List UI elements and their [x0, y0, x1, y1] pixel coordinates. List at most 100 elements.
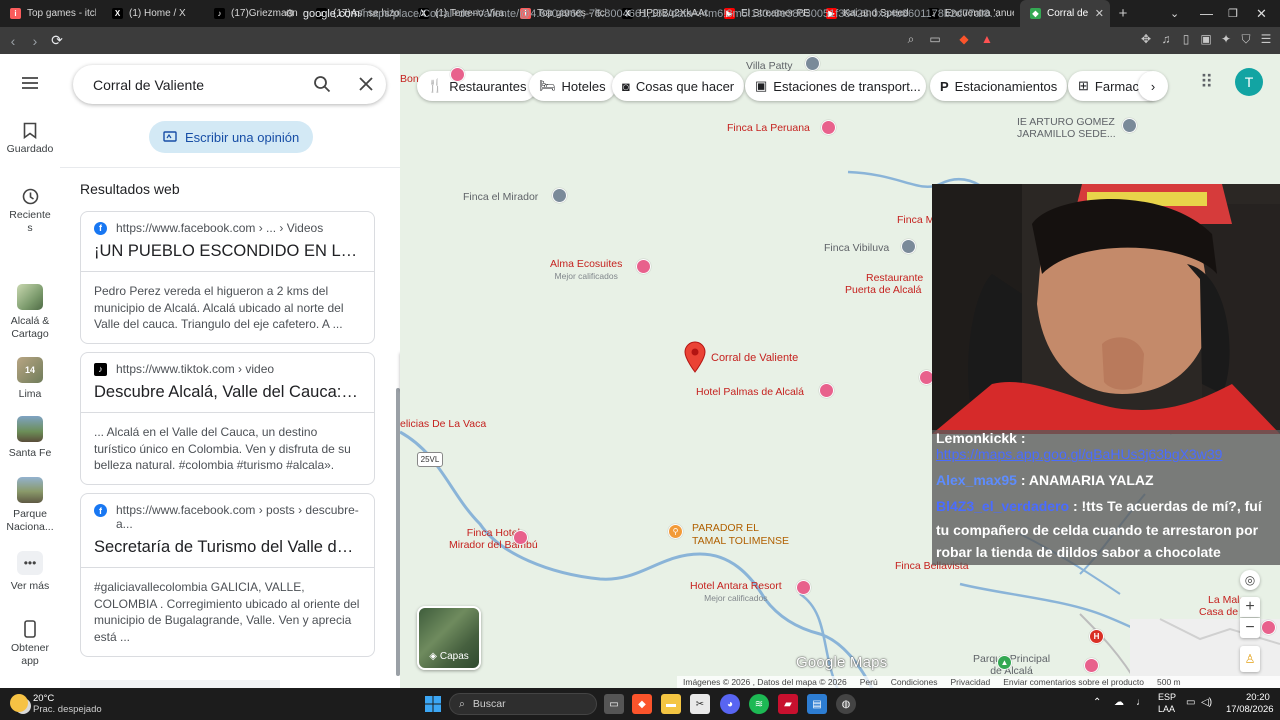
- school-pin-icon[interactable]: [1122, 118, 1137, 133]
- discord-icon[interactable]: ◕: [720, 694, 740, 714]
- media-icon[interactable]: ♫: [1158, 31, 1174, 47]
- cloud-icon[interactable]: ☁: [1114, 697, 1124, 708]
- my-location-button[interactable]: ◎: [1240, 570, 1260, 590]
- vpn-icon[interactable]: ⛉: [1238, 31, 1254, 47]
- rail-item-get-app[interactable]: Obtener app: [0, 620, 60, 668]
- feedback-link[interactable]: Enviar comentarios sobre el producto: [1003, 677, 1144, 687]
- clock-time[interactable]: 20:20: [1246, 692, 1270, 703]
- scale-label[interactable]: 500 m: [1157, 677, 1181, 687]
- zoom-in-button[interactable]: +: [1240, 597, 1260, 617]
- network-icon[interactable]: ▭: [1186, 697, 1195, 708]
- brave-browser-icon[interactable]: ◆: [632, 694, 652, 714]
- hospital-pin-icon[interactable]: H: [1089, 629, 1104, 644]
- zoom-icon[interactable]: ⌕: [903, 31, 919, 47]
- install-app-icon[interactable]: ▭: [927, 31, 943, 47]
- selected-place-label[interactable]: Corral de Valiente: [711, 352, 798, 364]
- mic-icon[interactable]: ♩: [1136, 697, 1146, 708]
- url-field[interactable]: ⚙ google.com/maps/place/Corral+de+Valien…: [280, 4, 1000, 23]
- browser-tab[interactable]: ◆ Corral de Valie ✕: [1020, 0, 1110, 27]
- chips-next-button[interactable]: ›: [1138, 71, 1168, 101]
- restaurant-pin-icon[interactable]: ⚲: [668, 524, 683, 539]
- clock-date[interactable]: 17/08/2026: [1226, 704, 1274, 715]
- task-view-icon[interactable]: ▭: [604, 694, 624, 714]
- poi-label[interactable]: Bon: [400, 73, 419, 85]
- privacy-link[interactable]: Privacidad: [951, 677, 991, 687]
- rail-item-saved[interactable]: Guardado: [0, 122, 60, 155]
- result-title[interactable]: Secretaría de Turismo del Valle del ...: [94, 538, 361, 557]
- chip-parking[interactable]: P Estacionamientos: [930, 71, 1068, 101]
- search-icon[interactable]: [313, 75, 331, 93]
- web-result-card[interactable]: ♪ https://www.tiktok.com › video Descubre…: [80, 352, 375, 485]
- apps-grid-icon[interactable]: ⠿: [1200, 72, 1213, 93]
- forward-icon[interactable]: ›: [24, 33, 46, 49]
- leo-icon[interactable]: ✦: [1218, 31, 1234, 47]
- brave-shield-icon[interactable]: ◆: [956, 31, 972, 47]
- attribution-text[interactable]: Perú: [860, 677, 878, 687]
- account-avatar[interactable]: T: [1235, 68, 1263, 96]
- hotel-pin-icon[interactable]: [1084, 658, 1099, 673]
- place-pin-icon[interactable]: [805, 56, 820, 71]
- file-explorer-icon[interactable]: ▬: [661, 694, 681, 714]
- park-pin-icon[interactable]: ▲: [997, 655, 1012, 670]
- back-icon[interactable]: ‹: [2, 33, 24, 49]
- taskbar-search[interactable]: ⌕ Buscar: [449, 693, 597, 715]
- keyboard-layout[interactable]: LAA: [1158, 704, 1175, 714]
- selected-place-marker-icon[interactable]: [684, 341, 706, 373]
- extensions-icon[interactable]: ✥: [1138, 31, 1154, 47]
- result-title[interactable]: Descubre Alcalá, Valle del Cauca: Un ...: [94, 383, 361, 402]
- tray-chevron-icon[interactable]: ⌃: [1093, 697, 1101, 708]
- weather-desc[interactable]: Prac. despejado: [33, 704, 102, 715]
- rail-menu-button[interactable]: [0, 76, 60, 94]
- hotel-pin-icon[interactable]: [796, 580, 811, 595]
- chip-things-to-do[interactable]: ◙ Cosas que hacer: [612, 71, 745, 101]
- poi-label[interactable]: IE ARTURO GOMEZ: [1017, 116, 1115, 128]
- rail-item-santa-fe[interactable]: Santa Fe: [0, 416, 60, 459]
- poi-label[interactable]: Hotel Antara Resort Mejor calificados: [690, 580, 782, 604]
- chip-transit[interactable]: ▣ Estaciones de transport...: [745, 71, 926, 101]
- wallet-icon[interactable]: ▣: [1198, 31, 1214, 47]
- tab-close-icon[interactable]: ✕: [1095, 7, 1104, 20]
- site-info-icon[interactable]: ⚙: [285, 7, 295, 20]
- weather-temp[interactable]: 20°C: [33, 693, 54, 704]
- restore-icon[interactable]: ❐: [1228, 0, 1238, 27]
- rewards-icon[interactable]: ▲: [979, 31, 995, 47]
- hotel-pin-icon[interactable]: [1261, 620, 1276, 635]
- volume-icon[interactable]: ◁): [1201, 697, 1212, 708]
- rail-item-parque-nacional[interactable]: Parque Naciona...: [0, 477, 60, 534]
- poi-label[interactable]: TAMAL TOLIMENSE: [692, 535, 789, 547]
- app-red-icon[interactable]: ▰: [778, 694, 798, 714]
- write-review-button[interactable]: Escribir una opinión: [149, 121, 314, 153]
- hotel-pin-icon[interactable]: [821, 120, 836, 135]
- snipping-tool-icon[interactable]: ✂: [690, 694, 710, 714]
- reload-icon[interactable]: ⟳: [46, 32, 68, 49]
- poi-label[interactable]: Puerta de Alcalá: [845, 284, 921, 296]
- result-title[interactable]: ¡UN PUEBLO ESCONDIDO EN LOS...: [94, 242, 361, 261]
- result-source[interactable]: https://www.tiktok.com › video: [116, 362, 274, 376]
- result-source[interactable]: https://www.facebook.com › ... › Videos: [116, 221, 323, 235]
- obs-icon[interactable]: ◍: [836, 694, 856, 714]
- poi-label[interactable]: Finca La Peruana: [727, 122, 810, 134]
- browser-tab[interactable]: X (1) Home / X: [102, 0, 204, 27]
- close-icon[interactable]: [357, 75, 375, 93]
- windows-start-icon[interactable]: [423, 694, 443, 714]
- chip-hotels[interactable]: 🛏 Hoteles: [529, 71, 616, 101]
- poi-label[interactable]: JARAMILLO SEDE...: [1017, 128, 1116, 140]
- tab-search-icon[interactable]: ⌄: [1170, 0, 1179, 27]
- new-tab-icon[interactable]: +: [1110, 5, 1136, 22]
- hotel-pin-icon[interactable]: [450, 67, 465, 82]
- spotify-icon[interactable]: ≋: [749, 694, 769, 714]
- terms-link[interactable]: Condiciones: [891, 677, 938, 687]
- sidebar-icon[interactable]: ▯: [1178, 31, 1194, 47]
- web-result-card[interactable]: f https://www.facebook.com › ... › Videos…: [80, 211, 375, 344]
- street-view-pegman[interactable]: ♙: [1240, 646, 1260, 672]
- browser-tab[interactable]: i Top games - itch.io: [0, 0, 102, 27]
- search-box[interactable]: Corral de Valiente: [73, 65, 386, 104]
- rail-item-recents[interactable]: Recientes: [0, 188, 60, 235]
- hotel-pin-icon[interactable]: [819, 383, 834, 398]
- poi-label[interactable]: Finca Vibiluva: [824, 242, 889, 254]
- poi-label[interactable]: Finca el Mirador: [463, 191, 538, 203]
- zoom-out-button[interactable]: −: [1240, 618, 1260, 638]
- hotel-pin-icon[interactable]: [513, 530, 528, 545]
- layers-button[interactable]: ◈ Capas: [417, 606, 481, 670]
- language-code[interactable]: ESP: [1158, 692, 1176, 702]
